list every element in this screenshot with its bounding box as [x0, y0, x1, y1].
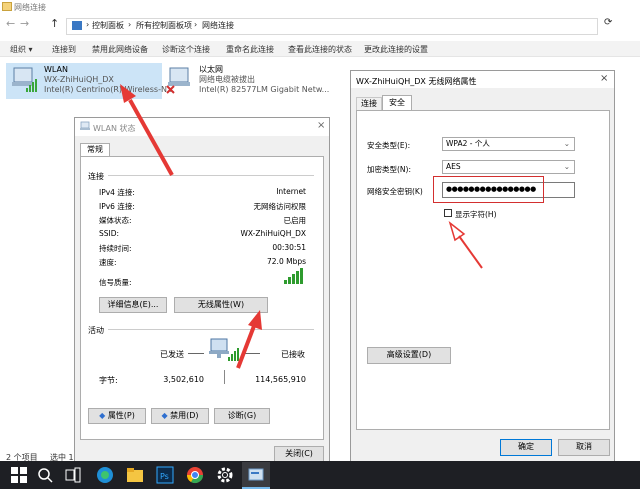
settings-gear-icon[interactable] [216, 466, 234, 484]
file-explorer-icon[interactable] [126, 466, 144, 484]
windows-start-icon[interactable] [10, 466, 28, 484]
edge-browser-icon[interactable] [96, 466, 114, 484]
arrow-to-show-characters [448, 220, 483, 269]
control-panel-taskbar-icon[interactable] [247, 466, 265, 484]
chrome-icon[interactable] [186, 466, 204, 484]
task-view-icon[interactable] [64, 466, 82, 484]
svg-text:Ps: Ps [160, 472, 169, 481]
arrow-to-wlan [120, 84, 174, 176]
photoshop-icon[interactable]: Ps [156, 466, 174, 484]
search-icon[interactable] [36, 466, 54, 484]
annotation-arrows [120, 84, 483, 369]
arrow-to-wireless-properties [236, 310, 262, 369]
